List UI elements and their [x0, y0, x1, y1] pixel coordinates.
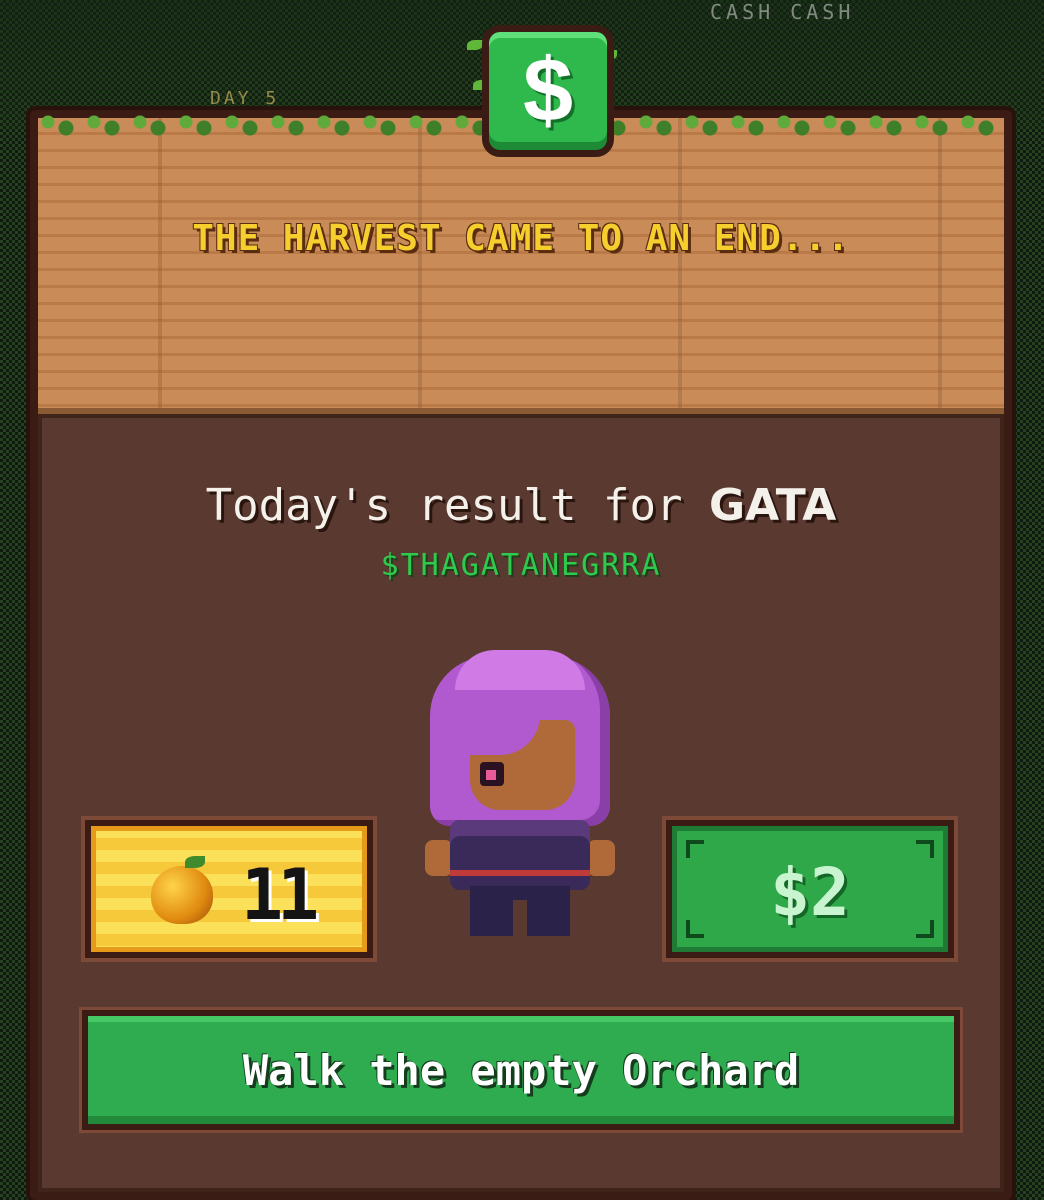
- player-cashtag: $THAGATANEGRRA: [380, 548, 662, 583]
- result-heading: Today's result for GATA: [30, 480, 1012, 531]
- harvest-result-modal: $ THE HARVEST CAME TO AN END... Today's …: [30, 25, 1012, 1200]
- wood-header: [38, 118, 1004, 414]
- background-hud-text: CASH CASH: [710, 0, 855, 24]
- player-name: GATA: [708, 480, 837, 531]
- apple-count-card: 11: [85, 820, 373, 958]
- result-prefix: Today's result for: [205, 480, 709, 531]
- cash-earned-value: $2: [770, 854, 850, 931]
- leaf-icon: [467, 40, 483, 50]
- cash-earned-card: $2: [666, 820, 954, 958]
- walk-orchard-button[interactable]: Walk the empty Orchard: [82, 1010, 960, 1130]
- cash-badge: $: [467, 10, 617, 160]
- player-avatar: [415, 650, 625, 940]
- modal-title: THE HARVEST CAME TO AN END...: [192, 218, 850, 259]
- background-day-label: DAY 5: [210, 88, 280, 109]
- golden-apple-icon: [151, 856, 213, 924]
- dollar-icon: $: [482, 25, 614, 157]
- apple-count: 11: [241, 854, 319, 936]
